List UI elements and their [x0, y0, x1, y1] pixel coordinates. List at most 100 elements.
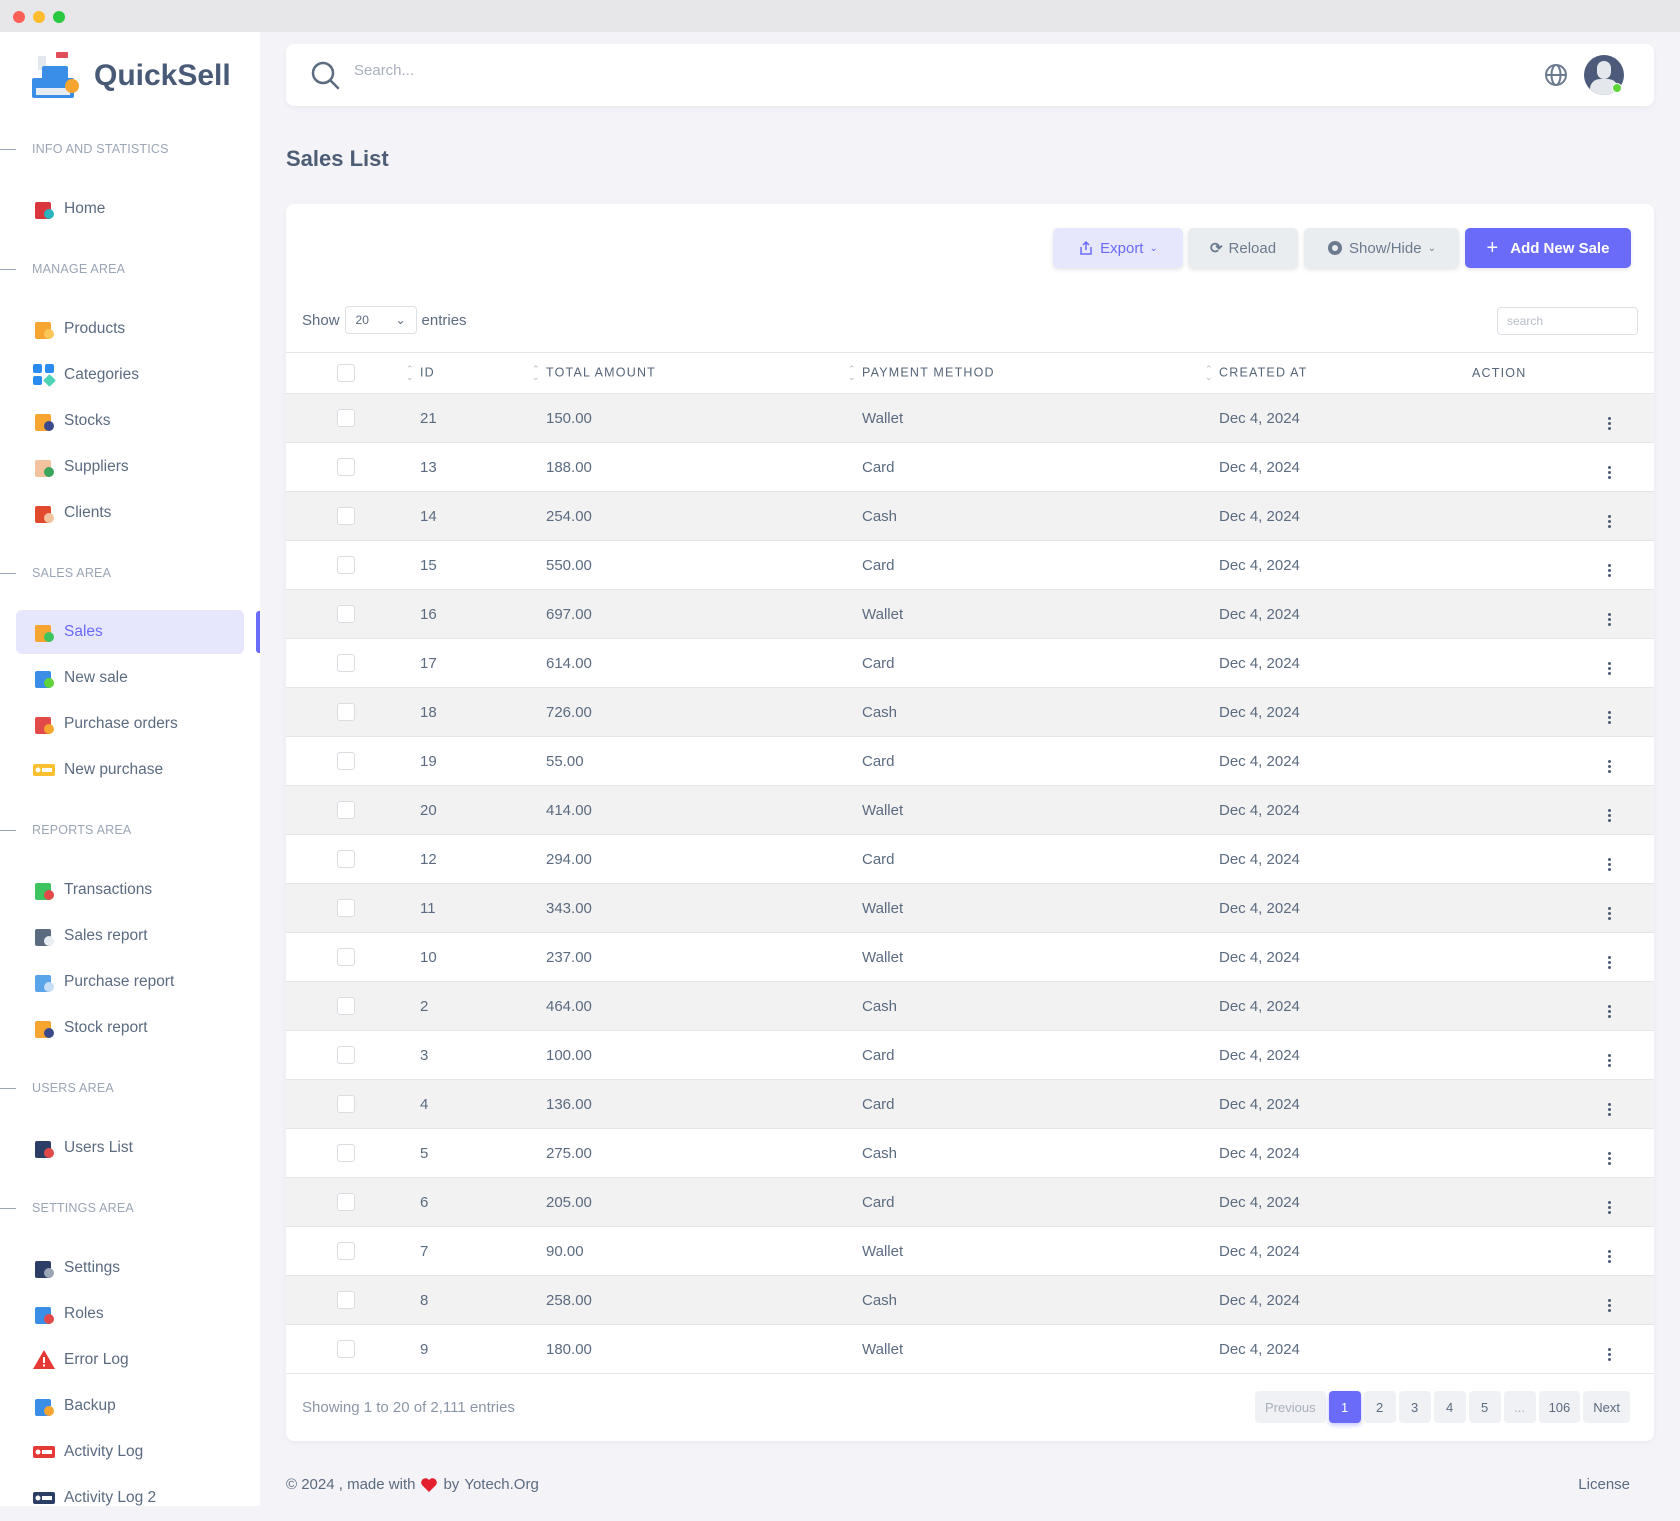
sidebar-item-activity-log-2[interactable]: Activity Log 2 [0, 1475, 260, 1521]
more-actions-icon[interactable] [1608, 710, 1611, 724]
sidebar-item-stocks[interactable]: Stocks [0, 398, 260, 444]
row-checkbox[interactable] [337, 850, 355, 869]
page-button-2[interactable]: 2 [1363, 1391, 1396, 1423]
cell-id: 5 [406, 1128, 532, 1178]
more-actions-icon[interactable] [1608, 857, 1611, 871]
sidebar-item-home[interactable]: Home [0, 186, 260, 232]
row-checkbox[interactable] [337, 752, 355, 771]
table-search-input[interactable] [1497, 307, 1638, 335]
search-icon [311, 61, 340, 90]
sidebar-item-categories[interactable]: Categories [0, 352, 260, 398]
row-checkbox[interactable] [337, 801, 355, 820]
more-actions-icon[interactable] [1608, 1004, 1611, 1018]
more-actions-icon[interactable] [1608, 1053, 1611, 1067]
sidebar-item-label: Purchase report [64, 973, 175, 990]
row-checkbox[interactable] [337, 409, 355, 428]
column-header-total-amount[interactable]: ⌃ ⌄ TOTAL AMOUNT [532, 352, 848, 394]
row-checkbox[interactable] [337, 556, 355, 575]
sidebar-item-sales-report[interactable]: Sales report [0, 913, 260, 959]
sidebar-item-roles[interactable]: Roles [0, 1291, 260, 1337]
column-header-payment-method[interactable]: ⌃ ⌄ PAYMENT METHOD [848, 352, 1205, 394]
show-hide-button[interactable]: Show/Hide ⌄ [1304, 228, 1459, 268]
more-actions-icon[interactable] [1608, 1347, 1611, 1361]
more-actions-icon[interactable] [1608, 759, 1611, 773]
page-button-106[interactable]: 106 [1538, 1391, 1581, 1423]
pagination-ellipsis[interactable]: ... [1503, 1391, 1536, 1423]
row-checkbox[interactable] [337, 948, 355, 967]
more-actions-icon[interactable] [1608, 906, 1611, 920]
row-checkbox[interactable] [337, 703, 355, 722]
row-checkbox[interactable] [337, 507, 355, 526]
reload-button[interactable]: ⟳ Reload [1188, 228, 1298, 268]
add-new-sale-button[interactable]: + Add New Sale [1465, 228, 1631, 268]
row-checkbox[interactable] [337, 1291, 355, 1310]
globe-icon[interactable] [1544, 63, 1568, 87]
cell-total-amount: 188.00 [532, 442, 848, 492]
sales-table-card: Export ⌄ ⟳ Reload Show/Hide ⌄ + Add New … [286, 204, 1654, 1441]
sidebar-item-stock-report[interactable]: Stock report [0, 1005, 260, 1051]
sidebar-item-new-purchase[interactable]: New purchase [0, 747, 260, 793]
cell-payment-method: Wallet [848, 589, 1205, 639]
column-header-created-at[interactable]: ⌃ ⌄ CREATED AT [1205, 352, 1472, 394]
sidebar-item-new-sale[interactable]: New sale [0, 655, 260, 701]
sidebar-item-clients[interactable]: Clients [0, 490, 260, 536]
more-actions-icon[interactable] [1608, 1151, 1611, 1165]
row-checkbox[interactable] [337, 458, 355, 477]
logo[interactable]: QuickSell [30, 50, 231, 102]
page-button-3[interactable]: 3 [1398, 1391, 1431, 1423]
row-checkbox[interactable] [337, 1340, 355, 1359]
more-actions-icon[interactable] [1608, 955, 1611, 969]
row-checkbox[interactable] [337, 1193, 355, 1212]
row-checkbox[interactable] [337, 1095, 355, 1114]
sidebar-item-error-log[interactable]: Error Log [0, 1337, 260, 1383]
more-actions-icon[interactable] [1608, 1249, 1611, 1263]
more-actions-icon[interactable] [1608, 661, 1611, 675]
more-actions-icon[interactable] [1608, 1200, 1611, 1214]
cell-payment-method: Card [848, 834, 1205, 884]
cell-id: 10 [406, 932, 532, 982]
row-checkbox[interactable] [337, 654, 355, 673]
sidebar-item-purchase-orders[interactable]: Purchase orders [0, 701, 260, 747]
sidebar-item-users-list[interactable]: Users List [0, 1125, 260, 1171]
export-button[interactable]: Export ⌄ [1053, 228, 1183, 268]
page-size-select[interactable]: 20 ⌄ [344, 306, 417, 334]
column-header-id[interactable]: ⌃ ⌄ ID [406, 352, 532, 394]
global-search-input[interactable] [354, 62, 954, 79]
sidebar-item-transactions[interactable]: Transactions [0, 867, 260, 913]
license-link[interactable]: License [1578, 1476, 1630, 1493]
row-checkbox[interactable] [337, 1242, 355, 1261]
sidebar-item-purchase-report[interactable]: Purchase report [0, 959, 260, 1005]
page-button-1[interactable]: 1 [1328, 1391, 1361, 1423]
row-checkbox[interactable] [337, 1046, 355, 1065]
sidebar-item-sales[interactable]: Sales [16, 610, 260, 654]
previous-page-button[interactable]: Previous [1254, 1391, 1326, 1423]
next-page-button[interactable]: Next [1583, 1391, 1630, 1423]
more-actions-icon[interactable] [1608, 563, 1611, 577]
sidebar-item-settings[interactable]: Settings [0, 1245, 260, 1291]
row-checkbox[interactable] [337, 605, 355, 624]
footer-link[interactable]: Yotech.Org [464, 1476, 539, 1493]
more-actions-icon[interactable] [1608, 808, 1611, 822]
sidebar-item-suppliers[interactable]: Suppliers [0, 444, 260, 490]
minimize-window-button[interactable] [33, 11, 45, 23]
row-checkbox[interactable] [337, 1144, 355, 1163]
more-actions-icon[interactable] [1608, 416, 1611, 430]
maximize-window-button[interactable] [53, 11, 65, 23]
cell-created-at: Dec 4, 2024 [1205, 834, 1472, 884]
sidebar-item-products[interactable]: Products [0, 306, 260, 352]
select-all-checkbox[interactable] [337, 364, 355, 382]
column-label: TOTAL AMOUNT [546, 365, 657, 380]
more-actions-icon[interactable] [1608, 1298, 1611, 1312]
page-button-5[interactable]: 5 [1468, 1391, 1501, 1423]
close-window-button[interactable] [13, 11, 25, 23]
sidebar-item-activity-log[interactable]: Activity Log [0, 1429, 260, 1475]
more-actions-icon[interactable] [1608, 465, 1611, 479]
row-checkbox[interactable] [337, 899, 355, 918]
row-checkbox[interactable] [337, 997, 355, 1016]
sidebar-item-backup[interactable]: Backup [0, 1383, 260, 1429]
sort-icon: ⌃ ⌄ [848, 364, 857, 382]
page-button-4[interactable]: 4 [1433, 1391, 1466, 1423]
more-actions-icon[interactable] [1608, 514, 1611, 528]
more-actions-icon[interactable] [1608, 612, 1611, 626]
more-actions-icon[interactable] [1608, 1102, 1611, 1116]
